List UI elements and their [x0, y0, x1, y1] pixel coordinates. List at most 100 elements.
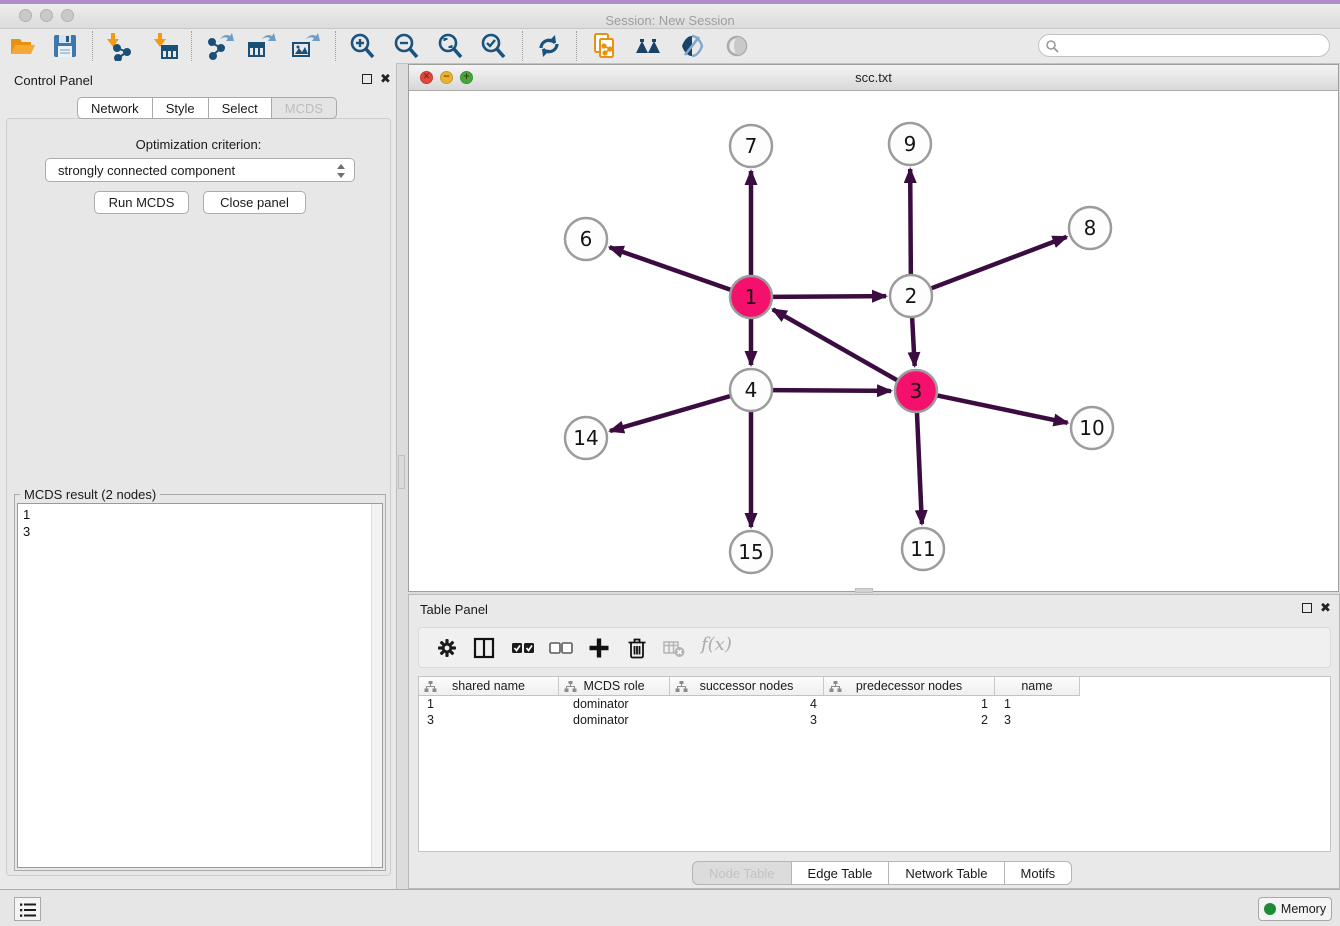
unselect-all-columns-icon[interactable] — [549, 636, 573, 660]
graph-node-3[interactable]: 3 — [895, 370, 937, 412]
column-header-name[interactable]: name — [995, 677, 1080, 696]
edge-2-3[interactable] — [912, 317, 915, 366]
task-history-button[interactable] — [14, 897, 41, 921]
edge-1-6[interactable] — [610, 247, 732, 290]
memory-button[interactable]: Memory — [1258, 897, 1332, 921]
cell-predecessor-nodes[interactable]: 2 — [824, 712, 995, 728]
create-column-plus-icon[interactable] — [587, 636, 611, 660]
table-row[interactable]: 1dominator411 — [419, 696, 1330, 712]
graph-node-14[interactable]: 14 — [565, 417, 607, 459]
cell-name[interactable]: 1 — [995, 696, 1080, 712]
select-all-columns-icon[interactable] — [511, 636, 535, 660]
graph-node-9[interactable]: 9 — [889, 123, 931, 165]
save-session-icon[interactable] — [50, 31, 80, 61]
tab-edge-table[interactable]: Edge Table — [792, 861, 890, 885]
graph-node-15[interactable]: 15 — [730, 531, 772, 573]
clone-network-icon[interactable] — [590, 31, 620, 61]
tab-select[interactable]: Select — [209, 97, 272, 119]
search-input[interactable] — [1063, 36, 1322, 57]
graph-node-1[interactable]: 1 — [730, 276, 772, 318]
svg-text:15: 15 — [738, 540, 763, 564]
column-header-mcds-role[interactable]: MCDS role — [559, 677, 670, 696]
zoom-in-icon[interactable] — [347, 31, 377, 61]
show-column-panel-icon[interactable] — [472, 636, 496, 660]
zoom-selected-icon[interactable] — [478, 31, 508, 61]
graph-node-7[interactable]: 7 — [730, 125, 772, 167]
close-table-panel-icon[interactable]: ✖ — [1320, 602, 1331, 614]
edge-4-14[interactable] — [610, 396, 731, 431]
titlebar: Session: New Session — [0, 4, 1340, 29]
status-bar: Memory — [0, 889, 1340, 926]
panel-splitter-handle[interactable] — [398, 455, 405, 489]
float-table-panel-icon[interactable] — [1302, 603, 1312, 615]
graph-node-11[interactable]: 11 — [902, 528, 944, 570]
edge-2-8[interactable] — [931, 237, 1067, 289]
run-mcds-button[interactable]: Run MCDS — [94, 191, 189, 214]
cell-successor-nodes[interactable]: 4 — [670, 696, 824, 712]
edge-2-9[interactable] — [910, 169, 911, 275]
table-settings-gear-icon[interactable] — [435, 636, 459, 660]
delete-column-trash-icon[interactable] — [625, 636, 649, 660]
vizmapper-icon[interactable] — [677, 31, 707, 61]
function-builder-label: f(x) — [701, 634, 732, 655]
import-network-icon[interactable] — [103, 31, 133, 61]
graph-node-2[interactable]: 2 — [890, 275, 932, 317]
edge-1-2[interactable] — [772, 296, 886, 297]
graph-node-4[interactable]: 4 — [730, 369, 772, 411]
cell-predecessor-nodes[interactable]: 1 — [824, 696, 995, 712]
node-table[interactable]: shared name MCDS role successor nodes pr… — [418, 676, 1331, 852]
column-header-shared-name[interactable]: shared name — [419, 677, 559, 696]
edge-4-3[interactable] — [772, 390, 891, 391]
close-panel-button[interactable]: Close panel — [203, 191, 306, 214]
float-panel-icon[interactable] — [362, 74, 372, 86]
search-field[interactable] — [1038, 34, 1330, 57]
cell-mcds-role[interactable]: dominator — [559, 712, 670, 728]
column-label: successor nodes — [700, 679, 794, 693]
table-row[interactable]: 3dominator323 — [419, 712, 1330, 728]
export-network-icon[interactable] — [206, 31, 236, 61]
edge-3-10[interactable] — [937, 395, 1068, 423]
tab-node-table[interactable]: Node Table — [692, 861, 792, 885]
mcds-result-textarea[interactable]: 1 3 — [17, 503, 383, 868]
graph-node-8[interactable]: 8 — [1069, 207, 1111, 249]
export-image-icon[interactable] — [290, 31, 320, 61]
zoom-fit-icon[interactable] — [435, 31, 465, 61]
result-scrollbar[interactable] — [371, 504, 382, 867]
graph-node-6[interactable]: 6 — [565, 218, 607, 260]
tab-network-table[interactable]: Network Table — [889, 861, 1004, 885]
tab-network[interactable]: Network — [77, 97, 153, 119]
apply-layout-icon[interactable] — [534, 31, 564, 61]
cell-shared-name[interactable]: 1 — [419, 696, 559, 712]
window-resize-handle[interactable] — [855, 588, 873, 593]
close-panel-icon[interactable]: ✖ — [380, 73, 391, 85]
cell-shared-name[interactable]: 3 — [419, 712, 559, 728]
network-overview-icon[interactable] — [633, 31, 663, 61]
import-table-icon[interactable] — [150, 31, 180, 61]
cell-successor-nodes[interactable]: 3 — [670, 712, 824, 728]
memory-label: Memory — [1281, 902, 1326, 916]
column-header-predecessor-nodes[interactable]: predecessor nodes — [824, 677, 995, 696]
table-toolbar: f(x) — [418, 627, 1331, 668]
cell-name[interactable]: 3 — [995, 712, 1080, 728]
show-graphics-details-icon[interactable] — [722, 31, 752, 61]
tab-mcds[interactable]: MCDS — [272, 97, 337, 119]
tab-style[interactable]: Style — [153, 97, 209, 119]
network-window-titlebar[interactable]: ✕ − + scc.txt — [409, 65, 1338, 91]
column-header-successor-nodes[interactable]: successor nodes — [670, 677, 824, 696]
application-window: Session: New Session — [0, 0, 1340, 926]
zoom-out-icon[interactable] — [391, 31, 421, 61]
tab-motifs[interactable]: Motifs — [1005, 861, 1073, 885]
edge-3-1[interactable] — [773, 309, 898, 380]
graph-node-10[interactable]: 10 — [1071, 407, 1113, 449]
column-type-icon — [424, 680, 437, 693]
control-panel-title: Control Panel — [14, 73, 93, 88]
export-table-icon[interactable] — [246, 31, 276, 61]
column-label: MCDS role — [583, 679, 644, 693]
criterion-dropdown[interactable]: strongly connected component — [45, 158, 355, 182]
cell-mcds-role[interactable]: dominator — [559, 696, 670, 712]
svg-text:10: 10 — [1079, 416, 1104, 440]
edge-3-11[interactable] — [917, 412, 922, 524]
network-graph-canvas[interactable]: 7 9 6 8 1 2 4 3 14 10 15 11 — [410, 91, 1337, 590]
open-file-icon[interactable] — [8, 31, 38, 61]
control-panel: Control Panel ✖ NetworkStyleSelectMCDS O… — [0, 63, 397, 889]
